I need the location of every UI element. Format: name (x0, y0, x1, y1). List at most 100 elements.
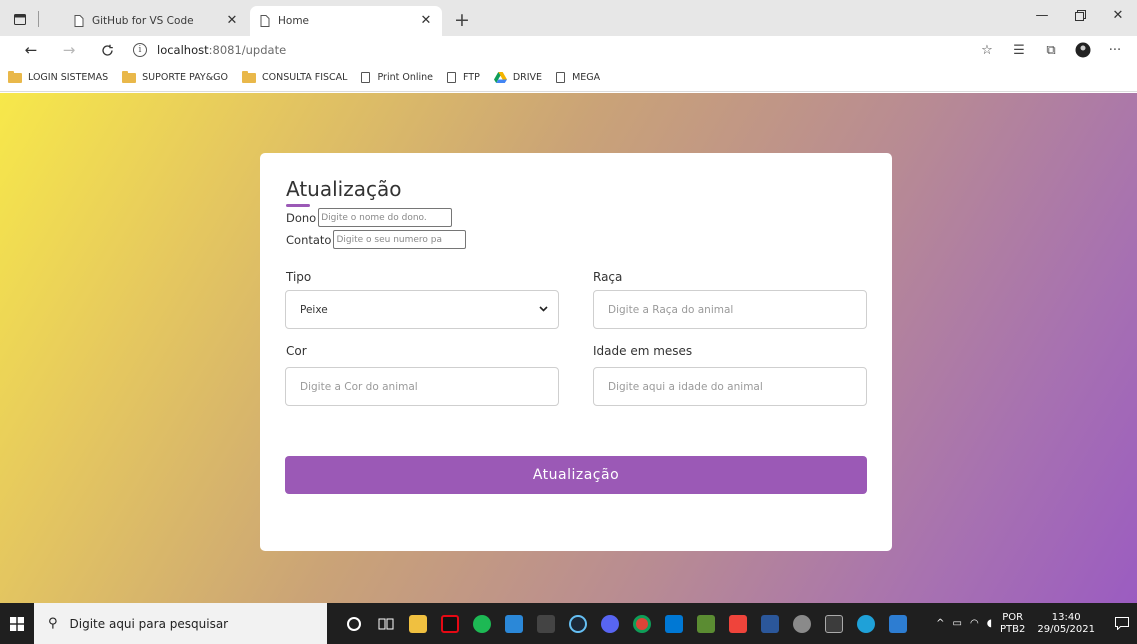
page-icon (361, 72, 371, 83)
bookmark-ftp[interactable]: FTP (447, 72, 480, 83)
cor-label: Cor (286, 344, 307, 358)
bookmark-label: FTP (463, 72, 480, 83)
update-form-card: Atualização Dono Contato Tipo Peixe Raça… (260, 153, 892, 551)
tab-title: Home (278, 15, 310, 27)
start-button[interactable] (0, 603, 34, 644)
forward-button[interactable]: → (56, 37, 82, 63)
tipo-label: Tipo (286, 270, 312, 284)
anydesk-icon[interactable] (723, 609, 753, 639)
contato-input[interactable] (333, 230, 467, 249)
dono-input[interactable] (318, 208, 453, 227)
edge-icon[interactable] (851, 609, 881, 639)
favorite-star-icon[interactable]: ☆ (971, 37, 1003, 63)
show-hidden-icons-icon[interactable]: ^ (936, 618, 944, 629)
folder-icon (122, 70, 137, 83)
favorites-icon[interactable]: ☰ (1003, 37, 1035, 63)
dono-row: Dono (286, 208, 453, 227)
language-indicator[interactable]: POR PTB2 (1000, 612, 1025, 636)
windows-logo-icon (10, 616, 24, 631)
bookmark-mega[interactable]: MEGA (556, 72, 600, 83)
bookmark-login-sistemas[interactable]: LOGIN SISTEMAS (8, 70, 109, 83)
more-icon[interactable]: ··· (1099, 37, 1131, 63)
page-background: Atualização Dono Contato Tipo Peixe Raça… (0, 93, 1137, 603)
clock[interactable]: 13:40 29/05/2021 (1037, 612, 1095, 636)
bookmark-label: MEGA (572, 72, 601, 83)
volume-icon[interactable]: ◖ (987, 618, 992, 629)
word-icon[interactable] (755, 609, 785, 639)
tab-strip: GitHub for VS Code ✕ Home ✕ + — ✕ (0, 0, 1137, 36)
tab-github-for-vs-code[interactable]: GitHub for VS Code ✕ (64, 6, 248, 36)
epic-games-icon[interactable] (531, 609, 561, 639)
bookmark-suporte-paygo[interactable]: SUPORTE PAY&GO (122, 70, 228, 83)
bookmark-print-online[interactable]: Print Online (361, 72, 433, 83)
close-icon[interactable]: ✕ (224, 12, 240, 28)
terminal-icon[interactable] (819, 609, 849, 639)
tipo-select[interactable]: Peixe (285, 290, 559, 329)
search-icon: ⚲ (48, 616, 58, 631)
clock-date: 29/05/2021 (1037, 623, 1095, 635)
chrome-icon[interactable] (627, 609, 657, 639)
submit-button[interactable]: Atualização (285, 456, 867, 494)
page-icon (74, 15, 84, 27)
discord-icon[interactable] (595, 609, 625, 639)
new-tab-button[interactable]: + (450, 8, 474, 32)
bookmark-label: SUPORTE PAY&GO (142, 72, 228, 83)
collections-icon[interactable]: ⧉ (1035, 37, 1067, 63)
windows-taskbar: ⚲ Digite aqui para pesquisar ^ ▭ ◠ ◖ POR… (0, 603, 1137, 644)
info-icon[interactable]: i (133, 43, 147, 57)
profile-avatar[interactable] (1067, 37, 1099, 63)
notification-icon[interactable] (1107, 617, 1137, 630)
idade-label: Idade em meses (593, 344, 693, 358)
restore-icon[interactable] (1061, 0, 1099, 30)
chevron-down-icon (539, 304, 548, 315)
window-controls: — ✕ (1023, 0, 1137, 30)
taskbar-apps (339, 609, 915, 639)
clock-time: 13:40 (1051, 611, 1081, 623)
contato-label: Contato (286, 232, 332, 247)
close-icon[interactable]: ✕ (418, 12, 434, 28)
drive-icon (493, 72, 507, 83)
taskbar-search[interactable]: ⚲ Digite aqui para pesquisar (34, 603, 327, 644)
task-view-icon[interactable] (371, 609, 401, 639)
wifi-icon[interactable]: ◠ (970, 618, 979, 629)
raca-label: Raça (593, 270, 623, 284)
battery-icon[interactable]: ▭ (953, 618, 962, 629)
vscode-icon[interactable] (659, 609, 689, 639)
form-title: Atualização (286, 177, 402, 201)
tab-home[interactable]: Home ✕ (250, 6, 442, 36)
spotify-icon[interactable] (467, 609, 497, 639)
address-bar[interactable]: i localhost:8081/update (133, 39, 286, 61)
refresh-button[interactable] (94, 37, 120, 63)
cor-input[interactable] (300, 380, 558, 393)
minecraft-icon[interactable] (691, 609, 721, 639)
url-path: :8081/update (208, 43, 287, 57)
bookmark-label: DRIVE (512, 72, 543, 83)
netflix-icon[interactable] (435, 609, 465, 639)
raca-input[interactable] (608, 303, 866, 316)
bookmark-drive[interactable]: DRIVE (493, 72, 543, 83)
minimize-icon[interactable]: — (1023, 0, 1061, 30)
cortana-icon[interactable] (339, 609, 369, 639)
dono-label: Dono (286, 210, 317, 225)
system-tray: ^ ▭ ◠ ◖ POR PTB2 13:40 29/05/2021 (936, 603, 1137, 644)
steam-icon[interactable] (563, 609, 593, 639)
remote-desktop-icon[interactable] (883, 609, 913, 639)
back-button[interactable]: ← (18, 37, 44, 63)
page-icon (447, 72, 456, 83)
bookmark-consulta-fiscal[interactable]: CONSULTA FISCAL (241, 70, 347, 83)
paint-icon[interactable] (787, 609, 817, 639)
tab-separator (38, 11, 39, 27)
file-explorer-icon[interactable] (403, 609, 433, 639)
idade-input[interactable] (608, 380, 866, 393)
bookmark-label: Print Online (377, 72, 433, 83)
close-window-icon[interactable]: ✕ (1099, 0, 1137, 30)
folder-icon (8, 70, 22, 83)
folder-icon (241, 70, 256, 83)
language-code: POR (1002, 611, 1024, 623)
tab-actions-icon[interactable] (10, 9, 30, 29)
url-host: localhost (157, 43, 209, 57)
raca-field (593, 290, 867, 329)
bookmark-label: LOGIN SISTEMAS (28, 72, 109, 83)
mail-icon[interactable] (499, 609, 529, 639)
title-underline (286, 204, 310, 207)
